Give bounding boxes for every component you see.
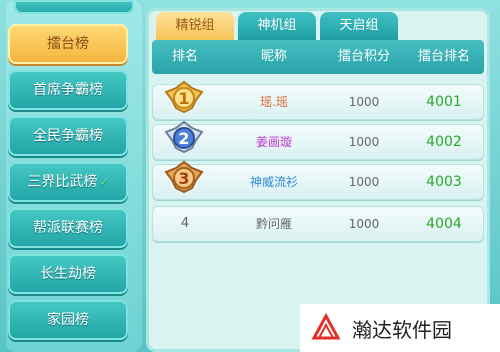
bronze-rank-badge-icon: 3 [164, 160, 204, 194]
rank-number: 4 [180, 216, 190, 231]
sidebar-item-label: 三界比武榜 [27, 174, 98, 190]
arena-score: 1000 [348, 175, 380, 189]
arena-position: 4002 [426, 134, 462, 150]
header-rank: 排名 [171, 49, 198, 64]
player-name: 姜画璇 [255, 135, 292, 149]
sidebar-item-homeland[interactable]: 家园榜 [8, 300, 128, 340]
player-name: 神威流衫 [249, 175, 298, 189]
gold-rank-badge-icon: 1 [164, 80, 204, 114]
table-header: 排名 昵称 擂台积分 擂台排名 [152, 40, 484, 74]
watermark-text: 瀚达软件园 [352, 318, 452, 342]
sidebar-item-label: 全民争霸榜 [33, 128, 103, 144]
sidebar-item-longevity[interactable]: 长生劫榜 [8, 254, 128, 294]
svg-text:3: 3 [178, 169, 189, 188]
table-row[interactable]: 1 瑶.瑶 1000 4001 [152, 80, 484, 120]
arena-score: 1000 [348, 135, 380, 149]
arena-score: 1000 [348, 95, 380, 109]
header-nickname: 昵称 [260, 49, 287, 64]
header-score: 擂台积分 [337, 49, 390, 64]
sidebar-item-label: 长生劫榜 [40, 266, 96, 282]
player-name: 瑶.瑶 [260, 95, 288, 109]
sidebar-item-label: 家园榜 [47, 312, 89, 328]
sidebar-item-guild-league[interactable]: 帮派联赛榜 [8, 208, 128, 248]
svg-text:1: 1 [178, 89, 189, 108]
tab-elite[interactable]: 精锐组 [156, 12, 234, 40]
table-row[interactable]: 2 姜画璇 1000 4002 [152, 120, 484, 160]
tab-shenji[interactable]: 神机组 [238, 12, 316, 40]
silver-rank-badge-icon: 2 [164, 120, 204, 154]
arena-position: 4001 [426, 94, 462, 110]
table-row[interactable]: 3 神威流衫 1000 4003 [152, 160, 484, 200]
tab-tianqi[interactable]: 天启组 [320, 12, 398, 40]
sidebar-item-label: 首席争霸榜 [33, 82, 103, 98]
player-name: 黔问雁 [255, 217, 292, 231]
watermark: 瀚达软件园 [300, 304, 500, 352]
sidebar-item-arena[interactable]: 擂台榜 [8, 24, 128, 64]
sidebar-top-button[interactable] [14, 0, 134, 14]
sidebar-item-all-people-contest[interactable]: 全民争霸榜 [8, 116, 128, 156]
arena-score: 1000 [348, 217, 380, 231]
header-arena-rank: 擂台排名 [417, 49, 470, 64]
svg-text:2: 2 [178, 129, 189, 148]
watermark-logo-icon [311, 312, 341, 340]
check-icon: ✓ [99, 176, 109, 189]
sidebar-item-label: 擂台榜 [47, 36, 89, 52]
table-row[interactable]: 4 黔问雁 1000 4004 [152, 206, 484, 242]
arena-position: 4003 [426, 174, 462, 190]
sidebar-item-three-realms[interactable]: 三界比武榜 ✓ [8, 162, 128, 202]
arena-position: 4004 [426, 216, 462, 232]
sidebar-item-label: 帮派联赛榜 [33, 220, 103, 236]
sidebar-item-chief-contest[interactable]: 首席争霸榜 [8, 70, 128, 110]
